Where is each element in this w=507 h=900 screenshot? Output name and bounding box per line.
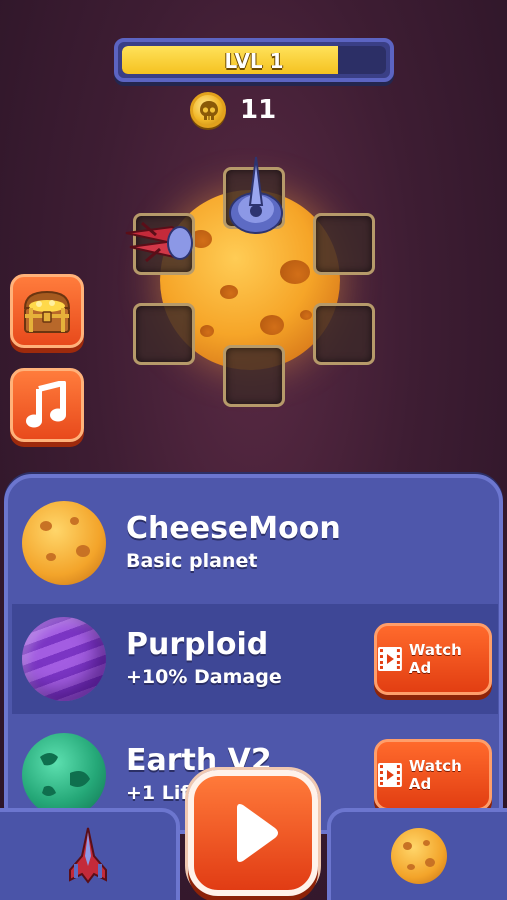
blue-turret-icon xyxy=(229,156,283,234)
planet-icon xyxy=(391,828,447,884)
watch-ad-button[interactable]: Watch Ad xyxy=(374,623,492,695)
purploid-planet-icon xyxy=(22,617,106,701)
film-reel-icon xyxy=(377,763,402,787)
music-button[interactable] xyxy=(10,368,84,442)
skull-coin-icon xyxy=(190,92,226,128)
planet-name: CheeseMoon xyxy=(126,511,341,546)
play-button[interactable] xyxy=(188,770,318,896)
watch-ad-label: Watch Ad xyxy=(408,641,462,677)
cheesemoon-planet-icon xyxy=(22,501,106,585)
watch-ad-label: Watch Ad xyxy=(408,757,462,793)
nav-planets-button[interactable] xyxy=(327,808,507,900)
nav-ships-button[interactable] xyxy=(0,808,180,900)
treasure-chest-button[interactable] xyxy=(10,274,84,348)
planet-name: Purploid xyxy=(126,627,269,662)
watch-ad-button[interactable]: Watch Ad xyxy=(374,739,492,811)
weapon-slot-bottom[interactable] xyxy=(223,345,285,407)
planet-description: Basic planet xyxy=(126,550,258,572)
treasure-chest-icon xyxy=(23,290,71,333)
weapon-slot-left-lower[interactable] xyxy=(133,303,195,365)
planet-list-item-purploid[interactable]: Purploid +10% Damage Watch Ad xyxy=(12,604,498,714)
red-rocket-turret-icon xyxy=(125,221,193,263)
film-reel-icon xyxy=(377,647,402,671)
spaceship-icon xyxy=(69,827,107,884)
play-icon xyxy=(237,804,278,862)
level-progress-bar: LVL 1 xyxy=(114,38,394,82)
music-note-icon xyxy=(26,381,66,428)
weapon-slot-right-upper[interactable] xyxy=(313,213,375,275)
planet-description: +10% Damage xyxy=(126,666,282,688)
earth-v2-planet-icon xyxy=(22,733,106,817)
bottom-navigation xyxy=(0,770,507,900)
planet-loadout xyxy=(125,155,380,415)
coin-count: 11 xyxy=(240,95,277,125)
planet-list-item-cheesemoon[interactable]: CheeseMoon Basic planet xyxy=(12,488,498,598)
weapon-slot-right-lower[interactable] xyxy=(313,303,375,365)
coin-counter: 11 xyxy=(190,90,276,130)
level-label: LVL 1 xyxy=(224,49,284,73)
